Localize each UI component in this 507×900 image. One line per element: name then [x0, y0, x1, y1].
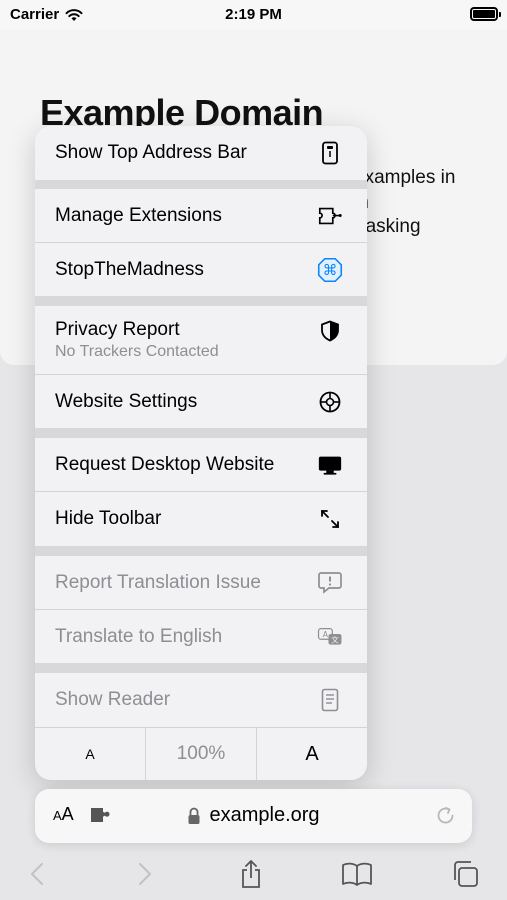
- menu-item-hide-toolbar[interactable]: Hide Toolbar: [35, 492, 367, 546]
- extensions-icon: [317, 203, 343, 229]
- reload-icon[interactable]: [434, 804, 458, 833]
- status-time: 2:19 PM: [225, 6, 282, 23]
- share-icon: [242, 860, 260, 888]
- zoom-level[interactable]: 100%: [146, 728, 257, 780]
- menu-item-label: Privacy Report: [55, 319, 180, 340]
- bookmarks-button[interactable]: [340, 857, 374, 891]
- menu-item-sublabel: No Trackers Contacted: [55, 343, 219, 360]
- menu-item-label: Manage Extensions: [55, 204, 222, 226]
- share-button[interactable]: [234, 857, 268, 891]
- menu-item-label: Show Top Address Bar: [55, 142, 247, 163]
- lock-icon: [188, 807, 200, 824]
- status-bar: Carrier 2:19 PM: [0, 0, 507, 30]
- bottom-toolbar: [0, 845, 507, 900]
- menu-item-website-settings[interactable]: Website Settings: [35, 375, 367, 428]
- menu-item-request-desktop-website[interactable]: Request Desktop Website: [35, 438, 367, 491]
- battery-icon: [470, 7, 501, 21]
- tabs-button[interactable]: [448, 857, 482, 891]
- url-display[interactable]: example.org: [35, 804, 472, 827]
- increase-font-button[interactable]: A: [257, 728, 367, 780]
- tabs-icon: [454, 861, 478, 887]
- privacy-report-text: Privacy Report No Trackers Contacted: [55, 319, 219, 361]
- menu-item-label: Website Settings: [55, 390, 198, 412]
- menu-item-label: Request Desktop Website: [55, 453, 275, 475]
- menu-item-show-top-address-bar[interactable]: Show Top Address Bar: [35, 126, 367, 180]
- chevron-left-icon: [31, 863, 43, 885]
- expand-arrows-icon: [317, 506, 343, 532]
- top-address-bar-icon: [317, 140, 343, 166]
- menu-item-manage-extensions[interactable]: Manage Extensions: [35, 189, 367, 242]
- menu-item-label: StopTheMadness: [55, 258, 204, 280]
- decrease-font-button[interactable]: A: [35, 728, 146, 780]
- book-icon: [342, 862, 372, 886]
- menu-item-privacy-report[interactable]: Privacy Report No Trackers Contacted: [35, 306, 367, 374]
- back-button[interactable]: [20, 857, 54, 891]
- font-size-row: A 100% A: [35, 728, 367, 780]
- menu-item-show-reader[interactable]: Show Reader: [35, 673, 367, 727]
- url-text: example.org: [209, 804, 320, 826]
- menu-item-report-translation-issue[interactable]: Report Translation Issue: [35, 556, 367, 609]
- chevron-right-icon: [139, 863, 151, 885]
- translate-icon: A文: [317, 624, 343, 650]
- decrease-font-label: A: [85, 746, 95, 762]
- shield-icon: [317, 318, 343, 344]
- menu-item-label: Report Translation Issue: [55, 571, 261, 593]
- command-icon: ⌘: [317, 257, 343, 283]
- page-body-fragment: examples in in r asking: [354, 167, 456, 237]
- address-bar[interactable]: AA example.org: [35, 789, 472, 843]
- menu-item-translate-to-english[interactable]: Translate to English A文: [35, 610, 367, 663]
- svg-text:A: A: [323, 630, 329, 639]
- gear-icon: [317, 389, 343, 415]
- zoom-level-label: 100%: [176, 743, 226, 764]
- reader-icon: [317, 687, 343, 713]
- menu-item-label: Hide Toolbar: [55, 508, 162, 529]
- report-bubble-icon: [317, 570, 343, 596]
- svg-text:文: 文: [331, 634, 339, 644]
- menu-item-label: Translate to English: [55, 625, 223, 647]
- svg-text:⌘: ⌘: [323, 262, 338, 279]
- forward-button[interactable]: [128, 857, 162, 891]
- desktop-icon: [317, 452, 343, 478]
- menu-item-label: Show Reader: [55, 689, 171, 710]
- menu-item-stopthemadness[interactable]: StopTheMadness ⌘: [35, 243, 367, 296]
- page-menu: Show Top Address Bar Manage Extensions S…: [35, 126, 367, 780]
- increase-font-label: A: [305, 742, 319, 765]
